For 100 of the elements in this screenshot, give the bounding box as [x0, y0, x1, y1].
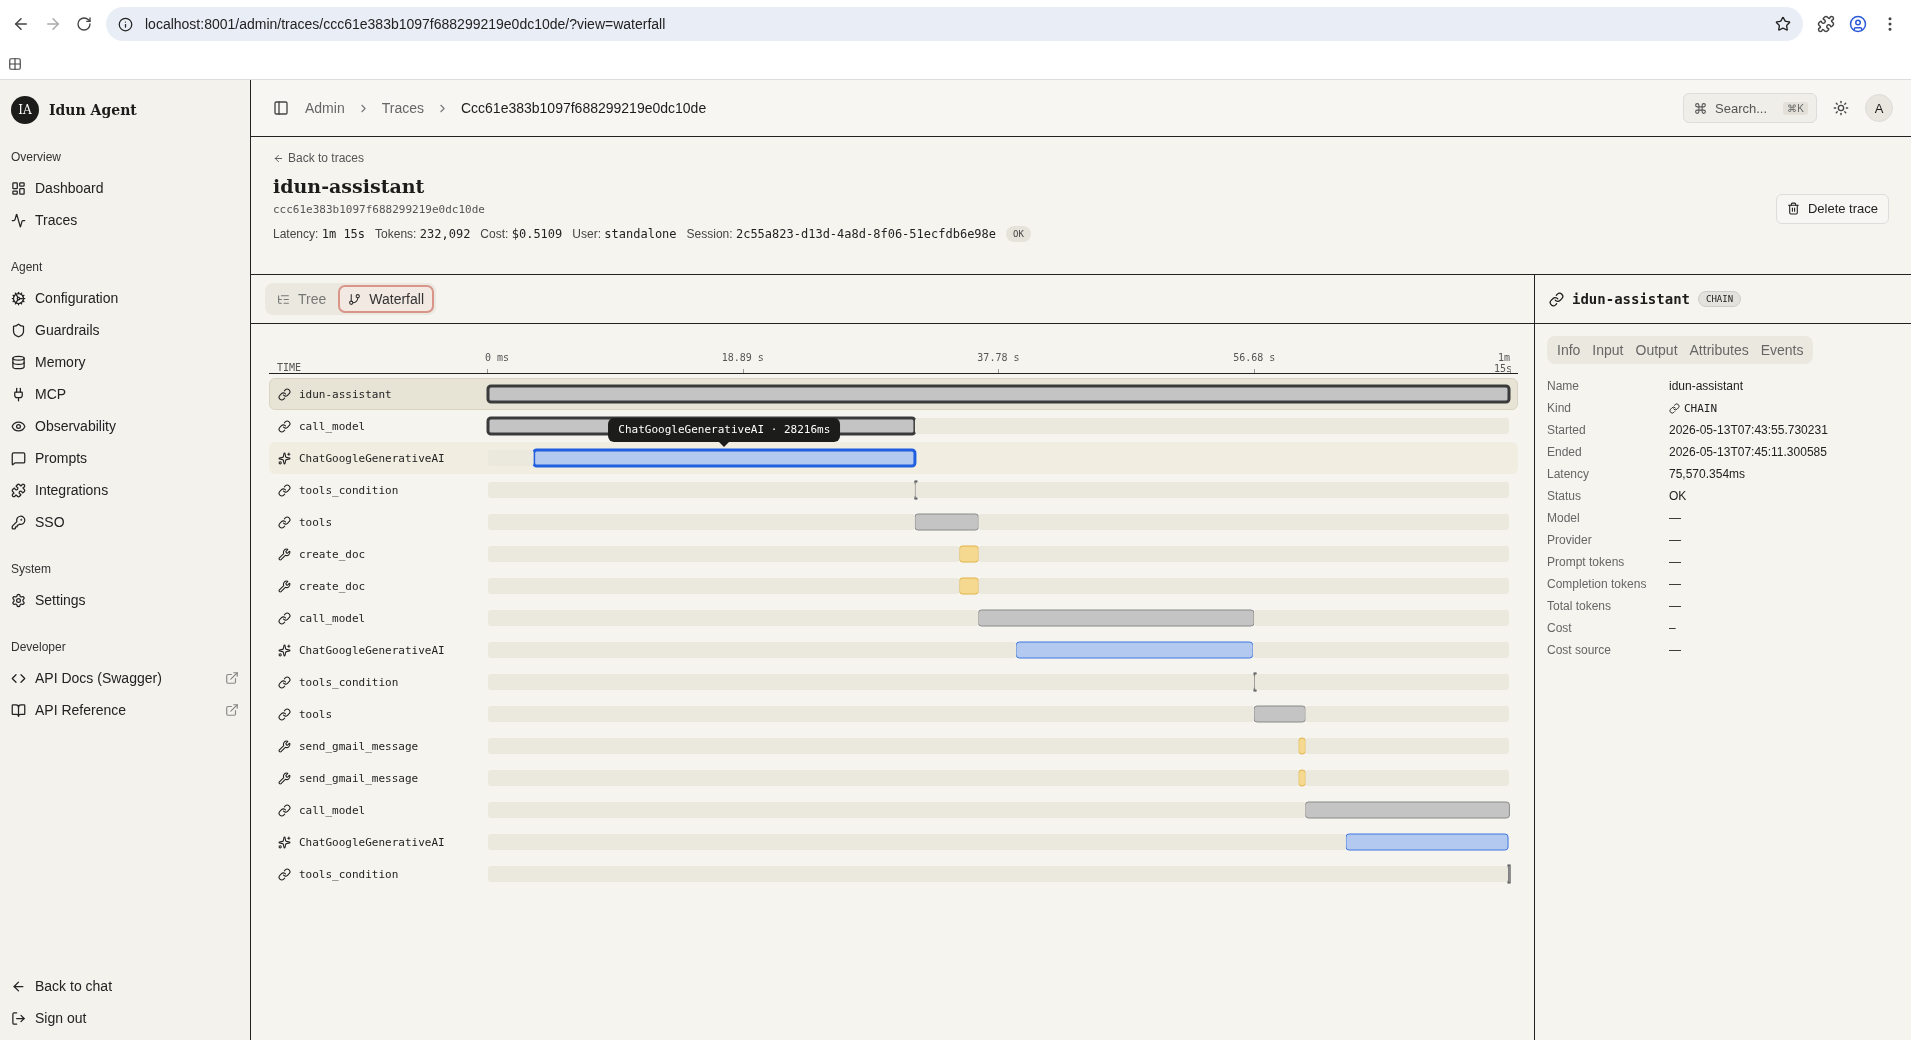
link-icon: [1549, 291, 1564, 307]
field-value: 75,570.354ms: [1669, 466, 1747, 483]
detail-tab[interactable]: Events: [1756, 342, 1808, 358]
field-value: idun-assistant: [1669, 378, 1745, 395]
settings-icon: [11, 592, 26, 608]
branch-icon: [348, 292, 362, 306]
sidebar-item[interactable]: Observability: [10, 410, 240, 442]
field-label: Ended: [1547, 444, 1583, 461]
detail-tab[interactable]: Info: [1553, 342, 1585, 358]
brand-name: Idun Agent: [49, 102, 137, 118]
breadcrumb-item[interactable]: Ccc61e383b1097f688299219e0dc10de: [460, 100, 707, 116]
profile-icon[interactable]: [1849, 15, 1867, 33]
span-name: ChatGoogleGenerativeAI: [299, 835, 445, 849]
field-value: 2026-05-13T07:43:55.730231: [1669, 422, 1829, 439]
view-tab[interactable]: Waterfall: [338, 285, 434, 313]
list-tree-icon: [277, 292, 290, 306]
section-title: Agent: [10, 259, 44, 276]
sidebar-item[interactable]: Guardrails: [10, 314, 240, 346]
detail-tab[interactable]: Output: [1631, 342, 1682, 358]
dashboard-icon: [11, 180, 26, 196]
link-icon: [278, 387, 291, 401]
field-value: —: [1669, 554, 1682, 571]
field-label: Prompt tokens: [1547, 554, 1626, 571]
detail-tab[interactable]: Input: [1588, 342, 1628, 358]
trace-meta: Session: 2c55a823-d13d-4a8d-8f06-51ecfdb6e98e: [686, 227, 997, 241]
sidebar-item[interactable]: Memory: [10, 346, 240, 378]
field-value: —: [1669, 642, 1682, 659]
field-value: –: [1669, 620, 1677, 637]
puzzle-icon: [11, 482, 26, 498]
sidebar-item[interactable]: API Reference: [10, 694, 240, 726]
link-icon: [1669, 403, 1680, 414]
span-bar[interactable]: [532, 448, 917, 468]
field-label: Started: [1547, 422, 1587, 439]
puzzle-icon[interactable]: [1817, 15, 1835, 33]
span-name: create_doc: [299, 547, 366, 561]
kind-badge: CHAIN: [1698, 291, 1742, 307]
apps-grid-icon[interactable]: [8, 56, 22, 71]
trace-meta: Cost: $0.5109: [480, 227, 563, 241]
sidebar-item[interactable]: Configuration: [10, 282, 240, 314]
offset-segment: [488, 450, 534, 466]
section-title: System: [10, 561, 52, 578]
link-icon: [278, 515, 291, 529]
sparkles-icon: [278, 643, 291, 657]
command-icon: [1694, 101, 1707, 115]
trace-title: idun-assistant: [273, 175, 426, 197]
span-name: idun-assistant: [299, 387, 392, 401]
search-field[interactable]: Search... ⌘K: [1683, 93, 1817, 123]
sparkles-icon: [278, 451, 291, 465]
field-label: Name: [1547, 378, 1580, 395]
column-header: TIME: [277, 362, 302, 373]
section-title: Developer: [10, 639, 67, 656]
field-label: Provider: [1547, 532, 1593, 549]
sidebar-item[interactable]: Settings: [10, 584, 240, 616]
breadcrumb-item[interactable]: Traces: [381, 100, 424, 116]
trace-meta: Latency: 1m 15s: [273, 227, 366, 241]
wrench-icon: [278, 771, 291, 785]
back-icon[interactable]: [12, 15, 30, 33]
link-icon: [278, 675, 291, 689]
eye-icon: [11, 418, 26, 434]
span-title: idun-assistant: [1572, 291, 1690, 307]
span-name: tools_condition: [299, 675, 399, 689]
link-icon: [278, 483, 291, 497]
sidebar-item[interactable]: API Docs (Swagger): [10, 662, 240, 694]
sidebar-item[interactable]: MCP: [10, 378, 240, 410]
field-label: Cost source: [1547, 642, 1613, 659]
star-icon[interactable]: [1775, 16, 1791, 32]
address-bar[interactable]: localhost:8001/admin/traces/ccc61e383b1097f688299219e0dc10de/?view=waterfall: [106, 7, 1803, 41]
book-icon: [11, 702, 26, 718]
breadcrumb-item[interactable]: Admin: [305, 100, 345, 116]
axis-tick-label: 18.89 s: [721, 352, 764, 363]
field-value: 2026-05-13T07:45:11.300585: [1669, 444, 1828, 461]
sparkles-icon: [278, 835, 291, 849]
back-link[interactable]: Back to traces: [273, 151, 1776, 165]
sidebar-item[interactable]: Traces: [10, 204, 240, 236]
sidebar-item[interactable]: Dashboard: [10, 172, 240, 204]
sidebar-item[interactable]: Back to chat: [10, 970, 240, 1002]
field-label: Cost: [1547, 620, 1573, 637]
view-tab[interactable]: Tree: [267, 285, 337, 313]
sidebar-item[interactable]: Integrations: [10, 474, 240, 506]
reload-icon[interactable]: [76, 16, 92, 32]
span-bar[interactable]: [486, 384, 1511, 404]
wrench-icon: [278, 579, 291, 593]
field-label: Completion tokens: [1547, 576, 1648, 593]
trace-meta: User: standalone: [572, 227, 677, 241]
sidebar-item[interactable]: SSO: [10, 506, 240, 538]
arrow-left-icon: [273, 152, 284, 164]
span-name: ChatGoogleGenerativeAI: [299, 451, 445, 465]
sidebar-item[interactable]: Prompts: [10, 442, 240, 474]
field-value: —: [1669, 510, 1682, 527]
delete-button[interactable]: Delete trace: [1775, 193, 1889, 224]
url-text: localhost:8001/admin/traces/ccc61e383b1097f688299219e0dc10de/?view=waterfall: [145, 16, 666, 32]
shield-icon: [11, 322, 26, 338]
span-marker[interactable]: [1507, 864, 1511, 884]
tooltip: ChatGoogleGenerativeAI · 28216ms: [608, 418, 841, 442]
sidebar-item[interactable]: Sign out: [10, 1002, 240, 1034]
axis-tick-label: 0 ms: [485, 352, 510, 363]
field-label: Total tokens: [1547, 598, 1613, 615]
detail-tab[interactable]: Attributes: [1685, 342, 1753, 358]
user-avatar[interactable]: A: [1865, 94, 1893, 122]
span-name: tools_condition: [299, 483, 399, 497]
